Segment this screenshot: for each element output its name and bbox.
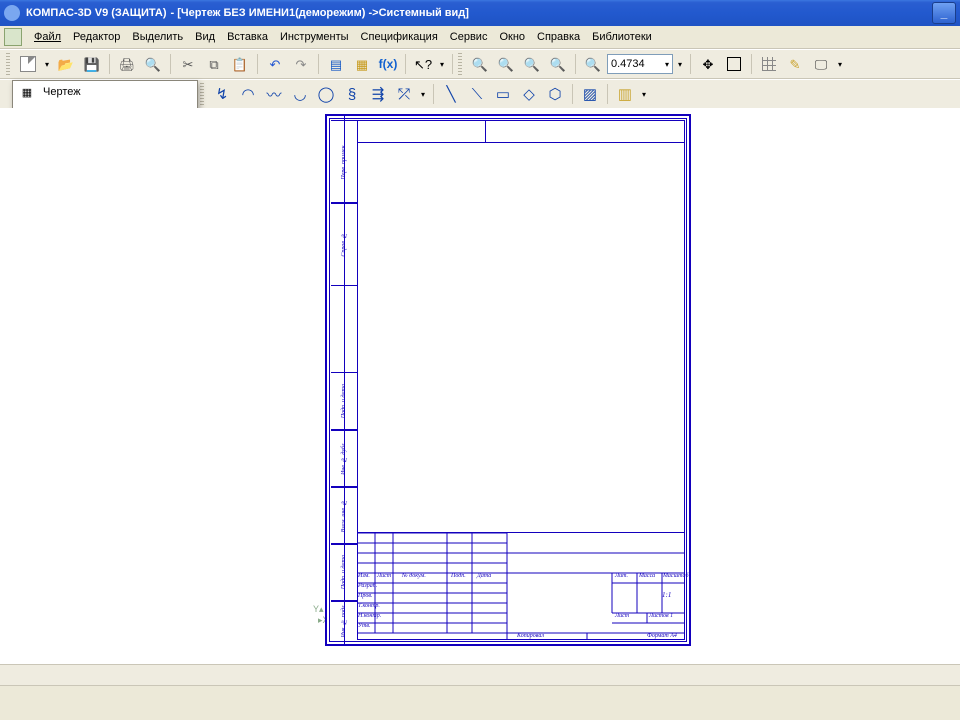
render-button[interactable]: 🖵 bbox=[809, 52, 833, 76]
fx-button[interactable]: f(x) bbox=[376, 52, 400, 76]
undo-button[interactable]: ↶ bbox=[263, 52, 287, 76]
arc-1[interactable]: ◠ bbox=[236, 82, 260, 106]
zoom-dropdown[interactable]: ▾ bbox=[675, 52, 685, 76]
copy-button[interactable]: ⧉ bbox=[202, 52, 226, 76]
menubar: Файл Редактор Выделить Вид Вставка Инстр… bbox=[0, 26, 960, 49]
grid-button[interactable] bbox=[757, 52, 781, 76]
new-button[interactable] bbox=[16, 52, 40, 76]
app-title: КОМПАС-3D V9 (ЗАЩИТА) bbox=[26, 7, 167, 19]
menu-editor[interactable]: Редактор bbox=[67, 29, 126, 45]
zoom-prev-button[interactable]: 🔍 bbox=[520, 52, 544, 76]
newdoc-drawing[interactable]: ▦Чертеж bbox=[13, 81, 197, 103]
menu-spec[interactable]: Спецификация bbox=[355, 29, 444, 45]
menu-service[interactable]: Сервис bbox=[444, 29, 494, 45]
menu-file[interactable]: Файл bbox=[28, 29, 67, 45]
statusbar bbox=[0, 663, 960, 720]
minimize-button[interactable]: _ bbox=[932, 2, 956, 24]
menu-help[interactable]: Справка bbox=[531, 29, 586, 45]
menu-window[interactable]: Окно bbox=[493, 29, 531, 45]
zoom-window-button[interactable]: 🔍 bbox=[468, 52, 492, 76]
move-1[interactable]: ⇶ bbox=[366, 82, 390, 106]
pan-button[interactable]: ✥ bbox=[696, 52, 720, 76]
contour-1[interactable]: ⬡ bbox=[543, 82, 567, 106]
print-button[interactable]: 🖨 bbox=[115, 52, 139, 76]
titlebar: КОМПАС-3D V9 (ЗАЩИТА) - [Чертеж БЕЗ ИМЕН… bbox=[0, 0, 960, 26]
line-2[interactable]: ⟍ bbox=[465, 82, 489, 106]
zoom-in-button[interactable]: 🔍 bbox=[494, 52, 518, 76]
menu-tools[interactable]: Инструменты bbox=[274, 29, 355, 45]
cursor-dropdown[interactable]: ▾ bbox=[437, 52, 447, 76]
toolbar-main: ▾ 📂 💾 🖨 🔍 ✂ ⧉ 📋 ↶ ↷ ▤ ▦ f(x) ↖? ▾ 🔍 🔍 🔍 … bbox=[0, 49, 960, 79]
menu-libs[interactable]: Библиотеки bbox=[586, 29, 658, 45]
manager-button[interactable]: ▤ bbox=[324, 52, 348, 76]
fit-button[interactable] bbox=[722, 52, 746, 76]
cut-button[interactable]: ✂ bbox=[176, 52, 200, 76]
frame-sidebar: Перв. примен. Справ. № Подп. и дата Инв.… bbox=[327, 116, 357, 644]
rect-1[interactable]: ▭ bbox=[491, 82, 515, 106]
open-button[interactable]: 📂 bbox=[54, 52, 78, 76]
title-block: Изм. Лист № докум. Подп. Дата Разраб. Пр… bbox=[357, 532, 685, 640]
layers-dropdown[interactable]: ▾ bbox=[639, 82, 649, 106]
zoom-scale-button[interactable]: 🔍 bbox=[581, 52, 605, 76]
drawing-icon: ▦ bbox=[19, 84, 35, 100]
poly-1[interactable]: ◇ bbox=[517, 82, 541, 106]
drawing-frame: Перв. примен. Справ. № Подп. и дата Инв.… bbox=[325, 114, 691, 646]
snap-1[interactable]: ⤱ bbox=[392, 82, 416, 106]
paste-button[interactable]: 📋 bbox=[228, 52, 252, 76]
preview-button[interactable]: 🔍 bbox=[141, 52, 165, 76]
vars-button[interactable]: ▦ bbox=[350, 52, 374, 76]
mdi-icon[interactable] bbox=[4, 28, 22, 46]
menu-insert[interactable]: Вставка bbox=[221, 29, 274, 45]
zoom-out-button[interactable]: 🔍 bbox=[546, 52, 570, 76]
curve-1[interactable]: 〰 bbox=[262, 82, 286, 106]
edit-button[interactable]: ✎ bbox=[783, 52, 807, 76]
grip-icon[interactable] bbox=[6, 53, 10, 75]
zoom-value: 0.4734 bbox=[611, 58, 645, 70]
geom-dropdown[interactable]: ▾ bbox=[418, 82, 428, 106]
menu-select[interactable]: Выделить bbox=[126, 29, 189, 45]
cursor-button[interactable]: ↖? bbox=[411, 52, 435, 76]
zoom-field[interactable]: 0.4734▾ bbox=[607, 54, 673, 74]
spline-1[interactable]: § bbox=[340, 82, 364, 106]
new-dropdown-button[interactable]: ▾ bbox=[42, 52, 52, 76]
save-button[interactable]: 💾 bbox=[80, 52, 104, 76]
hatch-1[interactable]: ▨ bbox=[578, 82, 602, 106]
layers-button[interactable]: ▥ bbox=[613, 82, 637, 106]
line-1[interactable]: ╲ bbox=[439, 82, 463, 106]
app-icon bbox=[4, 5, 20, 21]
grip-icon-2[interactable] bbox=[458, 53, 462, 75]
circle-1[interactable]: ◯ bbox=[314, 82, 338, 106]
render-dropdown[interactable]: ▾ bbox=[835, 52, 845, 76]
menu-view[interactable]: Вид bbox=[189, 29, 221, 45]
grip-icon-3[interactable] bbox=[200, 83, 204, 105]
doc-title: - [Чертеж БЕЗ ИМЕНИ1(деморежим) ->Систем… bbox=[171, 7, 469, 19]
canvas[interactable]: Y▴ ▸X Перв. примен. Справ. № Подп. и дат… bbox=[0, 108, 960, 664]
arc-2[interactable]: ◡ bbox=[288, 82, 312, 106]
point-mode-1[interactable]: ↯ bbox=[210, 82, 234, 106]
redo-button[interactable]: ↷ bbox=[289, 52, 313, 76]
